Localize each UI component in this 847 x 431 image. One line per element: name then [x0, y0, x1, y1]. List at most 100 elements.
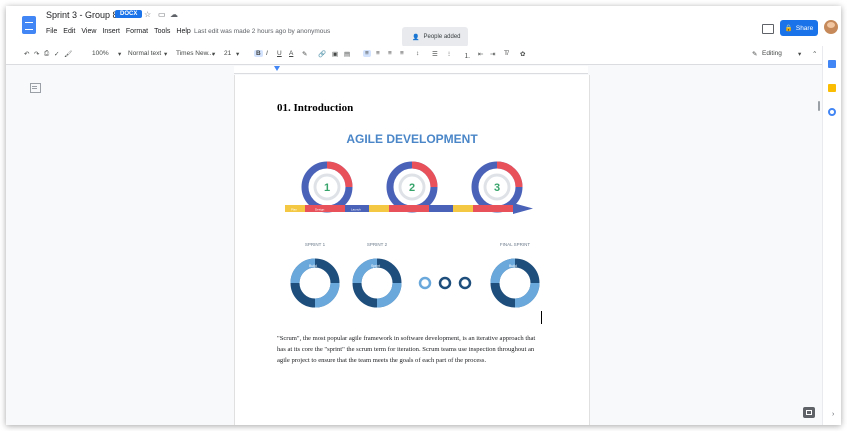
scrum-label-build-final: Build [509, 264, 517, 268]
menu-help[interactable]: Help [176, 28, 190, 35]
cycle-number-1: 1 [324, 182, 330, 194]
bold-button[interactable]: B [254, 50, 263, 57]
scrollbar-thumb[interactable] [818, 101, 820, 111]
file-type-badge: DOCX [115, 10, 143, 18]
clear-format-icon[interactable]: T̸ [504, 50, 508, 57]
indent-marker[interactable] [274, 66, 280, 71]
toast-text: People added [423, 34, 461, 40]
text-color-button[interactable]: A [289, 50, 293, 57]
sprint-label-final: FINAL SPRINT [500, 242, 531, 247]
calendar-icon[interactable] [828, 60, 836, 68]
menu-edit[interactable]: Edit [63, 28, 75, 35]
numbered-list-icon[interactable]: ⒈ [464, 50, 471, 60]
editing-mode-select[interactable]: Editing [762, 50, 782, 57]
progress-dot-2 [438, 276, 452, 290]
indent-less-icon[interactable]: ⇤ [478, 50, 483, 58]
stage-label-2: Design [315, 208, 325, 212]
indent-more-icon[interactable]: ⇥ [490, 50, 495, 58]
menu-format[interactable]: Format [126, 28, 148, 35]
underline-button[interactable]: U [277, 50, 282, 57]
collapse-icon[interactable]: ⌃ [812, 50, 817, 58]
sprint-label-1: SPRINT 1 [305, 242, 326, 247]
document-outline-icon[interactable] [30, 83, 41, 93]
pencil-icon[interactable]: ✎ [752, 50, 757, 58]
align-left-icon[interactable]: ≡ [363, 50, 371, 57]
menu-bar: File Edit View Insert Format Tools Help [46, 28, 191, 35]
share-button[interactable]: 🔒 Share [780, 20, 818, 36]
document-page[interactable]: 01. Introduction AGILE DEVELOPMENT 1 2 3… [234, 75, 590, 425]
style-chevron-icon[interactable]: ▾ [164, 50, 167, 58]
figure-title: AGILE DEVELOPMENT [346, 132, 478, 146]
redo-icon[interactable]: ↷ [34, 50, 39, 58]
scrum-label-build-1: Build [309, 264, 317, 268]
document-title[interactable]: Sprint 3 - Group 8 [46, 10, 118, 20]
explore-icon[interactable] [803, 407, 815, 418]
people-added-toast: 👤 People added [402, 27, 468, 47]
italic-button[interactable]: I [266, 50, 268, 57]
last-edit-link[interactable]: Last edit was made 2 hours ago by anonym… [194, 28, 330, 35]
justify-icon[interactable]: ≡ [400, 50, 404, 57]
cycle-number-2: 2 [409, 182, 415, 194]
side-panel [822, 46, 841, 425]
title-bar: Sprint 3 - Group 8 DOCX ☆ ▭ ☁ File Edit … [6, 6, 841, 47]
cloud-status-icon[interactable]: ☁ [170, 10, 178, 19]
menu-file[interactable]: File [46, 28, 57, 35]
scrum-cycle-2: Sprint [352, 258, 402, 308]
font-chevron-icon[interactable]: ▾ [212, 50, 215, 58]
docs-window: Sprint 3 - Group 8 DOCX ☆ ▭ ☁ File Edit … [6, 6, 841, 425]
sprint-label-2: SPRINT 2 [367, 242, 388, 247]
comment-history-icon[interactable] [762, 24, 774, 34]
bullet-list-icon[interactable]: ⁝ [448, 50, 450, 58]
cycle-number-3: 3 [494, 182, 500, 194]
keep-icon[interactable] [828, 84, 836, 92]
font-size-field[interactable]: 21 [224, 50, 231, 57]
scrum-label-sprint-2: Sprint [371, 264, 380, 268]
font-select[interactable]: Times New... [176, 50, 213, 57]
person-icon: 👤 [412, 34, 420, 41]
spellcheck-icon[interactable]: ✓ [54, 50, 59, 58]
image-icon[interactable]: ▤ [344, 50, 350, 58]
avatar[interactable] [824, 20, 838, 34]
menu-tools[interactable]: Tools [154, 28, 170, 35]
tasks-icon[interactable] [828, 108, 836, 116]
checklist-icon[interactable]: ☰ [432, 50, 438, 58]
ruler-strip[interactable] [234, 66, 588, 74]
link-icon[interactable]: 🔗 [318, 50, 326, 58]
lock-icon: 🔒 [784, 25, 793, 32]
line-spacing-icon[interactable]: ↕ [416, 50, 419, 57]
scrum-cycle-1: Build [290, 258, 340, 308]
undo-icon[interactable]: ↶ [24, 50, 29, 58]
print-icon[interactable]: ⎙ [44, 50, 49, 58]
agile-cycle-1: 1 [301, 161, 353, 213]
toolbar: ↶ ↷ ⎙ ✓ 🖌 100% ▾ Normal text ▾ Times New… [6, 46, 841, 65]
input-tools-icon[interactable]: ✿ [520, 50, 525, 58]
text-cursor [541, 311, 542, 324]
share-label: Share [795, 24, 814, 32]
mode-chevron-icon[interactable]: ▾ [798, 50, 801, 58]
section-heading[interactable]: 01. Introduction [277, 102, 353, 114]
folder-move-icon[interactable]: ▭ [158, 10, 166, 19]
progress-dot-1 [418, 276, 432, 290]
menu-view[interactable]: View [81, 28, 96, 35]
stage-label-1: Plan [291, 208, 297, 212]
agile-cycle-3: 3 [471, 161, 523, 213]
star-icon[interactable]: ☆ [144, 10, 151, 19]
paint-format-icon[interactable]: 🖌 [64, 50, 72, 58]
agile-development-image[interactable]: AGILE DEVELOPMENT 1 2 3 Plan Design Laun… [281, 123, 543, 318]
progress-dot-3 [458, 276, 472, 290]
comment-icon[interactable]: ▣ [332, 50, 338, 58]
align-center-icon[interactable]: ≡ [376, 50, 380, 57]
menu-insert[interactable]: Insert [102, 28, 120, 35]
zoom-chevron-icon[interactable]: ▾ [118, 50, 121, 58]
zoom-select[interactable]: 100% [92, 50, 109, 57]
font-size-chevron-icon[interactable]: ▾ [236, 50, 239, 58]
style-select[interactable]: Normal text [128, 50, 161, 57]
body-paragraph[interactable]: "Scrum", the most popular agile framewor… [277, 333, 539, 366]
agile-cycle-2: 2 [386, 161, 438, 213]
stage-label-3: Launch [351, 208, 361, 212]
expand-icon[interactable]: › [832, 411, 834, 418]
docs-logo-icon[interactable] [22, 16, 36, 34]
highlight-icon[interactable]: ✎ [302, 50, 307, 58]
scrum-cycle-final: Build [490, 258, 540, 308]
align-right-icon[interactable]: ≡ [388, 50, 392, 57]
